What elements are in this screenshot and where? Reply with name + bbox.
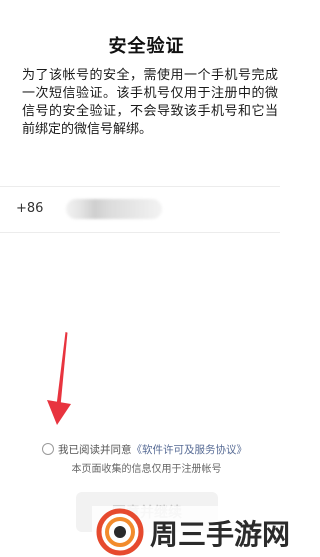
watermark-logo [96, 508, 144, 556]
watermark-text: 周三手游网 [150, 518, 291, 551]
arrow-head [47, 400, 71, 425]
redacted-phone-number [66, 199, 162, 219]
country-code[interactable]: +86 [16, 201, 43, 216]
red-arrow-annotation [47, 332, 71, 425]
phone-row: +86 [0, 186, 280, 233]
page-title: 安全验证 [108, 36, 185, 57]
agreement-row: 我已阅读并同意 《软件许可及服务协议》 [42, 441, 247, 457]
privacy-notice: 本页面收集的信息仅用于注册帐号 [71, 464, 222, 475]
description-text: 为了该帐号的安全，需使用一个手机号完成一次短信验证。该手机号仅用于注册中的微信号… [22, 68, 278, 137]
logo-center [114, 526, 126, 538]
arrow-shaft [56, 332, 68, 406]
agreement-radio[interactable] [42, 443, 54, 455]
agreement-prefix: 我已阅读并同意 [58, 443, 132, 456]
agreement-link[interactable]: 《软件许可及服务协议》 [132, 442, 248, 457]
